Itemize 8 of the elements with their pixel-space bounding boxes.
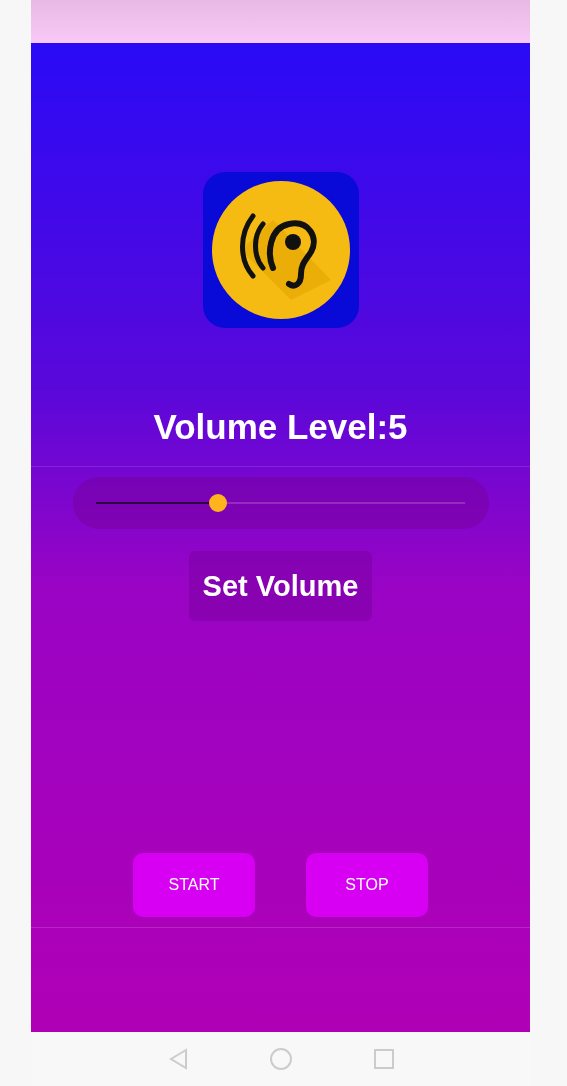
volume-level-label: Volume Level:5: [153, 406, 408, 448]
action-button[interactable]: START: [133, 853, 255, 917]
recents-icon[interactable]: [372, 1048, 395, 1070]
set-volume-button[interactable]: Set Volume: [188, 551, 373, 621]
home-icon[interactable]: [268, 1047, 293, 1071]
action-button[interactable]: STOP: [306, 853, 428, 917]
slider-thumb[interactable]: [208, 494, 227, 512]
ear-icon: [210, 180, 351, 320]
